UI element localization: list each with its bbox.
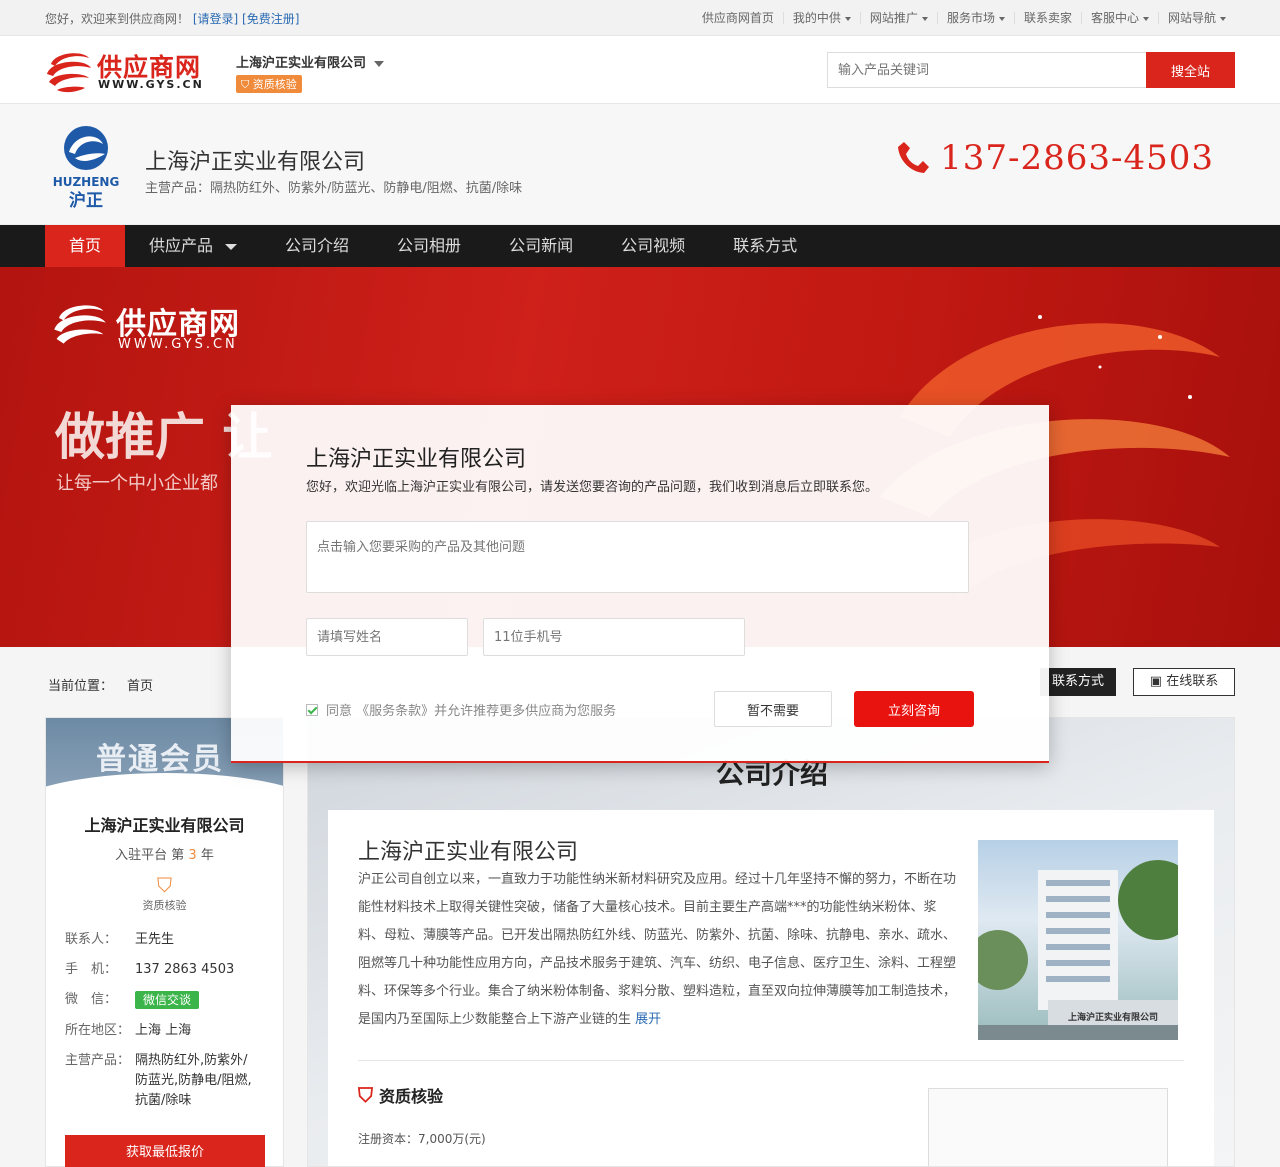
inquiry-modal: 上海沪正实业有限公司 您好，欢迎光临上海沪正实业有限公司，请发送您要咨询的产品问… [231,405,1049,763]
company-name: 上海沪正实业有限公司 [145,150,366,175]
search-button[interactable]: 搜全站 [1146,52,1235,88]
nav-about[interactable]: 公司介绍 [261,225,373,267]
chevron-down-icon [921,16,928,21]
company-logo: HUZHENG 沪正 [45,124,127,211]
chat-icon: ▣ [1149,674,1163,689]
consult-button[interactable]: 立刻咨询 [854,691,974,727]
contact-info: 联系人： 王先生 手 机： 137 2863 4503 微 信： 微信交谈 所在地区：… [46,925,283,1111]
main-nav: 首页 供应产品 公司介绍 公司相册 公司新闻 公司视频 联系方式 [0,225,1280,267]
phone-field[interactable] [483,618,745,656]
years-on-platform: 入驻平台 第 3 年 [115,848,214,863]
top-nav-my[interactable]: 我的中供 [782,12,860,24]
decline-button[interactable]: 暂不需要 [714,691,832,727]
agree-label: 同意 《服务条款》并允许推荐更多供应商为您服务 [326,704,617,719]
company-photo[interactable]: 上海沪正实业有限公司 [978,840,1178,1040]
top-nav-promo[interactable]: 网站推广 [859,12,937,24]
shield-icon: ⛉ [241,78,250,91]
nav-video[interactable]: 公司视频 [597,225,709,267]
top-nav-market[interactable]: 服务市场 [936,12,1014,24]
chevron-down-icon [374,60,385,67]
certificate-image[interactable] [928,1088,1168,1166]
modal-title: 上海沪正实业有限公司 [306,447,527,472]
welcome: 您好，欢迎来到供应商网！ [请登录] [免费注册] [45,10,299,27]
breadcrumb: 当前位置： 首页 [48,679,154,694]
top-nav-home[interactable]: 供应商网首页 [693,12,783,24]
top-nav: 供应商网首页 我的中供 网站推广 服务市场 联系卖家 客服中心 网站导航 [693,12,1235,24]
nav-contact[interactable]: 联系方式 [709,225,821,267]
company-switcher[interactable]: 上海沪正实业有限公司 [236,52,385,71]
top-bar: 您好，欢迎来到供应商网！ [请登录] [免费注册] 供应商网首页 我的中供 网站… [0,0,1280,36]
nav-home[interactable]: 首页 [45,225,126,267]
breadcrumb-home[interactable]: 首页 [127,679,153,694]
registered-capital: 注册资本：7,000万(元) [358,1132,486,1146]
nav-album[interactable]: 公司相册 [373,225,485,267]
register-link[interactable]: [免费注册] [242,12,299,26]
top-nav-sitemap[interactable]: 网站导航 [1157,12,1235,24]
svg-text:HUZHENG: HUZHENG [53,175,120,189]
phone-icon [898,142,930,173]
contact-phone: 137 2863 4503 [135,962,235,977]
chevron-down-icon [1142,16,1149,21]
name-field[interactable] [306,618,468,656]
wechat-button[interactable]: 微信交谈 [135,991,200,1009]
login-link[interactable]: [请登录] [193,12,238,26]
brand-url: WWW.GYS.CN [98,78,204,91]
shield-icon: ⛉ [358,1083,373,1107]
agree-terms[interactable]: 同意 《服务条款》并允许推荐更多供应商为您服务 [306,700,616,719]
region: 上海 上海 [135,1023,192,1038]
svg-text:上海沪正实业有限公司: 上海沪正实业有限公司 [1068,1011,1158,1023]
get-quote-button[interactable]: 获取最低报价 [65,1135,265,1167]
building-image: 上海沪正实业有限公司 [978,860,1178,1040]
expand-link[interactable]: 展开 [635,1012,661,1027]
logo-swirl-icon [54,305,106,344]
site-logo[interactable]: 供应商网 WWW.GYS.CN [45,46,210,96]
chevron-down-icon [844,16,851,21]
nav-products[interactable]: 供应产品 [125,225,261,267]
contact-button[interactable]: 联系方式 [1040,668,1117,696]
intro-card: 上海沪正实业有限公司 沪正公司自创立以来，一直致力于功能性纳米新材料研究及应用。… [328,810,1214,1166]
search-input[interactable] [827,52,1146,88]
verify-badge: ⛉ 资质核验 [236,75,302,93]
chevron-down-icon [998,16,1005,21]
hero-subtitle: 让每一个中小企业都 [56,473,218,494]
agree-checkbox[interactable] [306,703,318,716]
company-sidebar: 普通会员 上海沪正实业有限公司 入驻平台 第 3 年 ⛉ 资质核验 联系人： 王先… [45,717,284,1167]
online-contact-button[interactable]: ▣ 在线联系 [1133,668,1235,696]
huzheng-logo-icon: HUZHENG 沪正 [53,126,120,211]
contact-person: 王先生 [135,932,175,947]
greeting-text: 您好，欢迎来到供应商网！ [45,11,190,26]
modal-subtitle: 您好，欢迎光临上海沪正实业有限公司，请发送您要咨询的产品问题，我们收到消息后立即… [306,480,879,495]
company-banner: HUZHENG 沪正 上海沪正实业有限公司 主营产品：隔热防红外、防紫外/防蓝光… [0,104,1280,225]
divider [358,1060,1184,1061]
company-products: 主营产品：隔热防红外、防紫外/防蓝光、防静电/阻燃、抗菌/除味 [145,181,523,196]
intro-description: 沪正公司自创立以来，一直致力于功能性纳米新材料研究及应用。经过十几年坚持不懈的努… [358,872,957,1027]
search-bar: 搜全站 [827,52,1235,88]
top-nav-contact-seller[interactable]: 联系卖家 [1013,12,1081,24]
company-phone: 137-2863-4503 [896,138,1214,178]
sidebar-company-name: 上海沪正实业有限公司 [84,816,245,835]
qualification-title: ⛉ 资质核验 [358,1083,444,1107]
main-products: 隔热防红外,防紫外/防蓝光,防静电/阻燃,抗菌/除味 [135,1053,252,1108]
intro-company-name: 上海沪正实业有限公司 [358,840,579,865]
chevron-down-icon [1220,16,1226,21]
question-input[interactable] [306,521,969,593]
svg-text:沪正: 沪正 [69,190,103,210]
nav-news[interactable]: 公司新闻 [485,225,597,267]
sidebar-verify[interactable]: ⛉ 资质核验 [46,873,283,913]
company-intro-section: 公司介绍 上海沪正实业有限公司 沪正公司自创立以来，一直致力于功能性纳米新材料研… [307,717,1235,1167]
shield-icon: ⛉ [157,873,172,897]
top-nav-service[interactable]: 客服中心 [1080,12,1158,24]
logo-swirl-icon [47,53,91,93]
site-header: 供应商网 WWW.GYS.CN 上海沪正实业有限公司 ⛉ 资质核验 搜全站 [0,36,1280,104]
chevron-down-icon [225,243,238,250]
hero-logo: 供应商网 WWW.GYS.CN [52,297,239,357]
